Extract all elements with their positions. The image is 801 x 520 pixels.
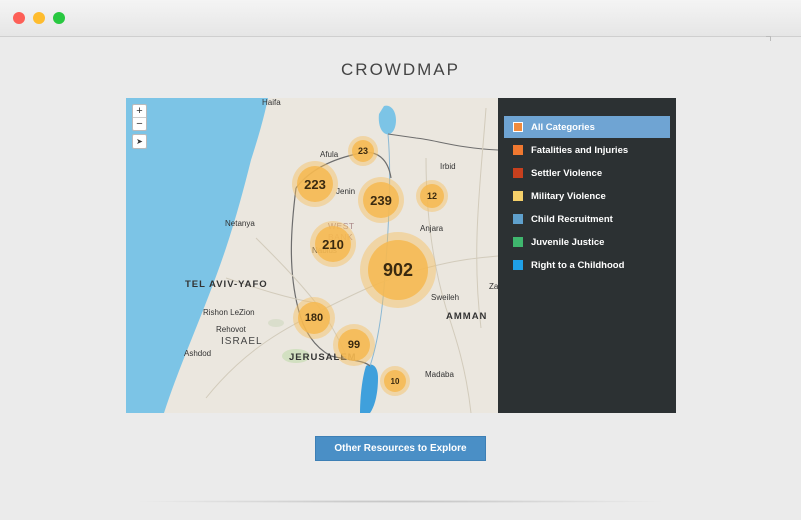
map-label-amman: AMMAN: [446, 311, 488, 322]
map-cluster[interactable]: 210: [310, 221, 356, 267]
map-base-layer: [126, 98, 498, 413]
map-label-rehovot: Rehovot: [216, 325, 246, 334]
legend-item-right-to-a-childhood[interactable]: Right to a Childhood: [504, 254, 670, 276]
map-label-zarqa: Za: [489, 282, 498, 291]
maximize-window-button[interactable]: [53, 12, 65, 24]
minimize-window-button[interactable]: [33, 12, 45, 24]
category-swatch: [513, 237, 523, 247]
map-cluster[interactable]: 902: [360, 232, 436, 308]
section-divider: [130, 500, 671, 503]
category-swatch: [513, 191, 523, 201]
legend-item-label: Settler Violence: [531, 167, 603, 179]
map-label-irbid: Irbid: [440, 162, 456, 171]
legend-item-label: Right to a Childhood: [531, 259, 625, 271]
zoom-in-button[interactable]: +: [133, 105, 146, 118]
crowdmap-map[interactable]: + − ➤ Haifa Afula Jenin Irbid Netanya WE…: [126, 98, 498, 413]
map-label-israel: ISRAEL: [221, 336, 263, 347]
map-label-sweileh: Sweileh: [431, 293, 460, 302]
legend-item-fatalities-and-injuries[interactable]: Fatalities and Injuries: [504, 139, 670, 161]
category-swatch: [513, 214, 523, 224]
window-titlebar: [0, 0, 801, 37]
zoom-controls: + −: [132, 104, 147, 131]
close-window-button[interactable]: [13, 12, 25, 24]
cluster-count: 180: [298, 302, 330, 334]
legend-item-label: Child Recruitment: [531, 213, 613, 225]
cluster-count: 210: [315, 226, 351, 262]
map-cluster[interactable]: 12: [416, 180, 448, 212]
cluster-count: 10: [384, 370, 406, 392]
category-swatch: [513, 168, 523, 178]
map-label-ashdod: Ashdod: [184, 349, 212, 358]
map-label-madaba: Madaba: [425, 370, 454, 379]
cluster-count: 23: [352, 140, 374, 162]
legend-item-settler-violence[interactable]: Settler Violence: [504, 162, 670, 184]
map-label-netanya: Netanya: [225, 219, 255, 228]
map-cluster[interactable]: 239: [358, 177, 404, 223]
legend-item-label: All Categories: [531, 121, 595, 133]
category-swatch: [513, 145, 523, 155]
cluster-count: 239: [363, 182, 399, 218]
cluster-count: 12: [420, 184, 444, 208]
map-cluster[interactable]: 223: [292, 161, 338, 207]
map-cluster[interactable]: 10: [380, 366, 410, 396]
legend-item-label: Juvenile Justice: [531, 236, 605, 248]
map-label-jenin: Jenin: [336, 187, 356, 196]
map-label-tel-aviv: TEL AVIV-YAFO: [185, 279, 268, 290]
category-swatch: [513, 260, 523, 270]
legend-item-all-categories[interactable]: All Categories: [504, 116, 670, 138]
map-label-afula: Afula: [320, 150, 339, 159]
category-swatch: [513, 122, 523, 132]
map-label-rishon-lezion: Rishon LeZion: [203, 308, 255, 317]
legend-item-military-violence[interactable]: Military Violence: [504, 185, 670, 207]
resize-corner-icon: [766, 36, 771, 41]
map-cluster[interactable]: 99: [333, 324, 375, 366]
map-label-anjara: Anjara: [420, 224, 444, 233]
cluster-count: 902: [368, 240, 428, 300]
legend-item-label: Military Violence: [531, 190, 606, 202]
cluster-count: 223: [297, 166, 333, 202]
other-resources-button[interactable]: Other Resources to Explore: [315, 436, 486, 461]
map-cluster[interactable]: 23: [348, 136, 378, 166]
locate-arrow-icon: ➤: [136, 137, 143, 146]
map-label-haifa: Haifa: [262, 98, 281, 107]
page-title: CROWDMAP: [341, 60, 460, 79]
map-cluster[interactable]: 180: [293, 297, 335, 339]
category-legend: All Categories Fatalities and Injuries S…: [498, 98, 676, 413]
legend-item-label: Fatalities and Injuries: [531, 144, 629, 156]
legend-item-juvenile-justice[interactable]: Juvenile Justice: [504, 231, 670, 253]
legend-item-child-recruitment[interactable]: Child Recruitment: [504, 208, 670, 230]
cluster-count: 99: [338, 329, 370, 361]
zoom-out-button[interactable]: −: [133, 118, 146, 130]
locate-button[interactable]: ➤: [132, 134, 147, 149]
